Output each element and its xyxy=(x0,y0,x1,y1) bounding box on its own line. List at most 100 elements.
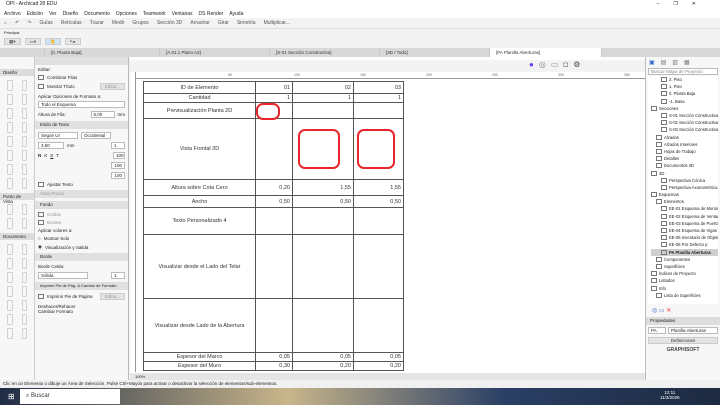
navigator-item[interactable]: S-01 Sección Constructiva xyxy=(651,112,718,119)
close-button[interactable]: ✕ xyxy=(692,1,710,7)
prop-name-input[interactable]: Planilla Aberturas xyxy=(668,327,718,334)
pen-input[interactable]: 1 xyxy=(111,142,125,149)
fondo-section[interactable]: Fondo xyxy=(35,201,128,209)
tool-icon[interactable] xyxy=(7,108,13,119)
menu-2[interactable]: Ver xyxy=(49,11,57,17)
tool-icon[interactable] xyxy=(7,300,13,311)
prop-id-input[interactable]: PA xyxy=(648,327,666,334)
tool-icon[interactable] xyxy=(7,80,13,91)
navigator-item[interactable]: Perspectiva Axonométrica xyxy=(651,184,718,191)
strike-button[interactable]: T xyxy=(56,153,59,158)
project-map-icon[interactable]: ▣ xyxy=(649,59,655,66)
minimize-button[interactable]: – xyxy=(657,1,674,7)
width-pct-input[interactable]: 100 xyxy=(113,152,125,159)
tool-icon[interactable] xyxy=(7,328,13,339)
propiedades-header[interactable]: Propiedades xyxy=(646,317,720,325)
navigator-item[interactable]: EE-03 Esquema de Puertas xyxy=(651,220,718,227)
toolbox-section-diseno[interactable]: Diseño xyxy=(0,69,34,76)
underline-button[interactable]: S xyxy=(50,153,53,158)
font-select[interactable]: Segoe UI xyxy=(38,132,78,139)
navigator-item[interactable]: Secciones xyxy=(651,105,718,112)
navigator-item[interactable]: Esquemas xyxy=(651,191,718,198)
taskbar-search[interactable]: ⌕ Buscar xyxy=(20,389,120,404)
borde-section[interactable]: Borde xyxy=(35,253,128,261)
navigator-item[interactable]: Info xyxy=(651,284,718,291)
camera-icon[interactable]: ◎ xyxy=(539,60,546,69)
zoom-level[interactable]: 100% xyxy=(135,374,145,379)
pen-input-2[interactable]: 1 xyxy=(111,272,125,279)
tool-icon[interactable] xyxy=(21,300,27,311)
navigator-item[interactable]: Alzados Interiores xyxy=(651,141,718,148)
italic-button[interactable]: K xyxy=(44,153,47,158)
navigator-item[interactable]: Alzados xyxy=(651,134,718,141)
toolbar-item[interactable]: Medir xyxy=(112,20,125,26)
tool-icon[interactable] xyxy=(21,94,27,105)
spacing-pct-input[interactable]: 100 xyxy=(111,162,125,169)
navigator-item[interactable]: S-02 Sección Constructiva xyxy=(651,119,718,126)
editar-button[interactable]: Editar... xyxy=(99,83,125,90)
redo-icon[interactable]: ↷ xyxy=(27,20,31,26)
navigator-item[interactable]: Perspectiva Cónica xyxy=(651,177,718,184)
tool-icon[interactable] xyxy=(21,328,27,339)
editar-button-2[interactable]: Editar... xyxy=(99,293,125,300)
navigator-item[interactable]: Hojas de Trabajo xyxy=(651,148,718,155)
settings-icon[interactable]: ◎ xyxy=(652,308,657,314)
navigator-item[interactable]: 2. Piso xyxy=(651,76,718,83)
navigator-item[interactable]: 3D xyxy=(651,169,718,176)
tab-planilla-aberturas[interactable]: [PA Planilla Aberturas] xyxy=(490,48,602,57)
checkbox[interactable] xyxy=(38,212,44,217)
home-icon[interactable]: ⌂ xyxy=(4,20,7,26)
toolbar-item[interactable]: Guías xyxy=(39,20,52,26)
arrow-tool[interactable]: ↖▸ xyxy=(64,38,81,45)
navigator-item[interactable]: Elementos xyxy=(651,198,718,205)
menu-5[interactable]: Opciones xyxy=(116,11,137,17)
navigator-item[interactable]: PA Planilla Aberturas xyxy=(651,248,718,256)
navigator-item[interactable]: EE-06 Por Defecto p xyxy=(651,241,718,248)
menu-7[interactable]: Ventanas xyxy=(172,11,193,17)
pan-tool[interactable]: ✋ xyxy=(45,38,61,45)
view-dropdown[interactable]: ▭▾ xyxy=(24,38,42,45)
checkbox[interactable] xyxy=(38,75,44,80)
navigator-item[interactable]: Documentos 3D xyxy=(651,162,718,169)
radio-selected[interactable]: ◉ xyxy=(38,244,42,250)
settings-icon[interactable]: ⚙ xyxy=(573,60,580,69)
tool-icon[interactable] xyxy=(7,178,13,189)
navigator-item[interactable]: Listados xyxy=(651,277,718,284)
tool-icon[interactable] xyxy=(21,218,27,229)
tab-3d[interactable]: [3D / Todo] xyxy=(380,48,490,57)
tool-icon[interactable] xyxy=(7,204,13,215)
checkbox-checked[interactable] xyxy=(38,182,44,187)
delete-icon[interactable]: ✕ xyxy=(666,308,671,314)
toolbar-item[interactable]: Trazar xyxy=(90,20,104,26)
tool-icon[interactable] xyxy=(7,244,13,255)
toolbar-item[interactable]: Retículas xyxy=(61,20,82,26)
tool-icon[interactable] xyxy=(21,258,27,269)
definiciones-button[interactable]: Definiciones xyxy=(648,337,718,344)
tab-plano-a3[interactable]: [A.01.1 Plano A3] xyxy=(160,48,270,57)
bold-button[interactable]: N xyxy=(38,153,41,158)
menu-0[interactable]: Archivo xyxy=(4,11,21,17)
toolbar-item[interactable]: Arrastrar xyxy=(190,20,209,26)
ds-render-icon[interactable]: ● xyxy=(529,60,534,69)
view-map-icon[interactable]: ▤ xyxy=(661,59,667,66)
tool-icon[interactable] xyxy=(7,150,13,161)
menu-9[interactable]: Ayuda xyxy=(229,11,243,17)
tool-icon[interactable] xyxy=(7,218,13,229)
leading-pct-input[interactable]: 100 xyxy=(111,172,125,179)
layout-book-icon[interactable]: ▥ xyxy=(672,59,678,66)
font-size-input[interactable]: 3,50 xyxy=(38,142,64,149)
tab-planta-baja[interactable]: [0. Planta Baja] xyxy=(45,48,160,57)
tool-icon[interactable] xyxy=(21,272,27,283)
radio[interactable]: ○ xyxy=(38,236,41,241)
tool-icon[interactable] xyxy=(21,178,27,189)
toolbox-section-punto-de-vista[interactable]: Punto de Vista xyxy=(0,193,34,204)
toolbox-section-documento[interactable]: Documento xyxy=(0,233,34,240)
tool-icon[interactable] xyxy=(7,164,13,175)
new-icon[interactable]: ▭ xyxy=(659,308,665,314)
script-select[interactable]: Occidental xyxy=(81,132,111,139)
undo-icon[interactable]: ↶ xyxy=(15,20,19,26)
toolbar-item[interactable]: Girar xyxy=(218,20,229,26)
toolbar-item[interactable]: Sección 3D xyxy=(157,20,183,26)
tool-icon[interactable] xyxy=(21,136,27,147)
layer-dropdown[interactable]: ▦▾ xyxy=(4,38,21,45)
